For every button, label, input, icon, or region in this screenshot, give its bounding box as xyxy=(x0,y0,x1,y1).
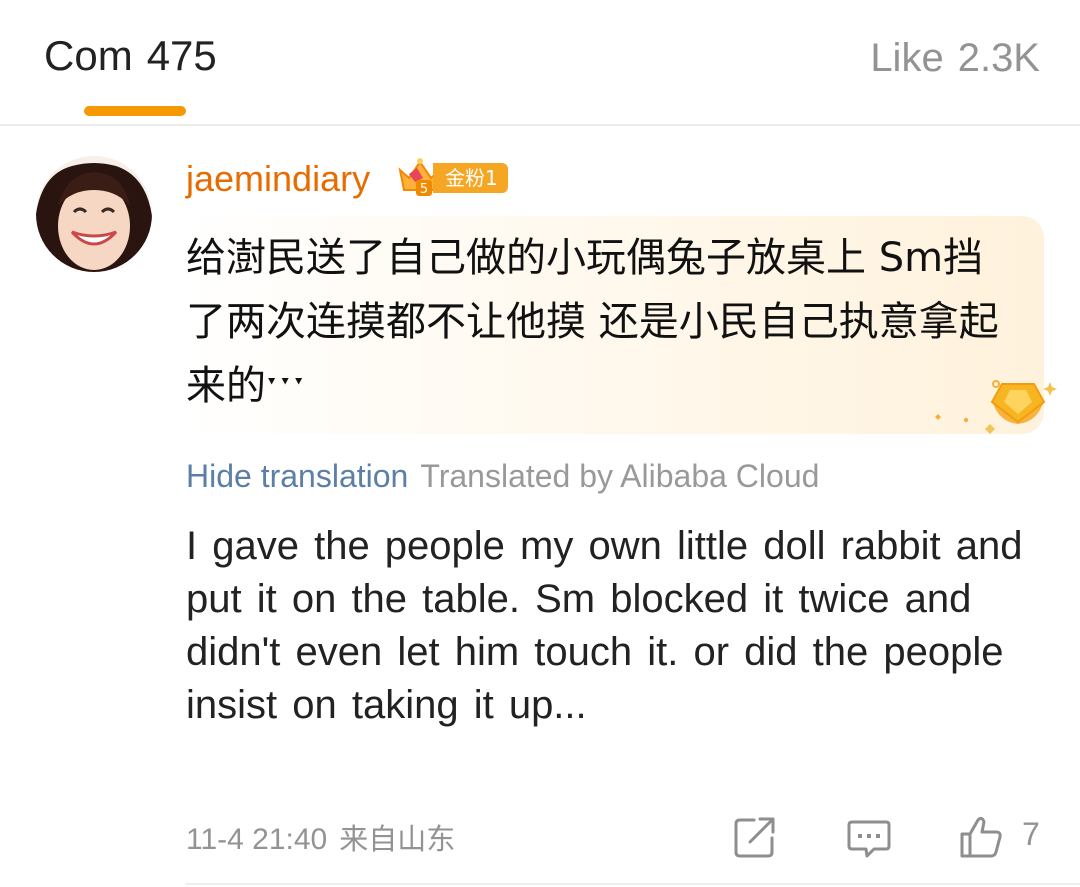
tab-comments-count: 475 xyxy=(146,32,217,79)
comment-timestamp: 11-4 21:40 xyxy=(186,823,328,856)
bubble-crown-decoration-icon xyxy=(928,374,1068,444)
translation-source: Translated by Alibaba Cloud xyxy=(420,458,820,494)
comment-translated-text: I gave the people my own little doll rab… xyxy=(186,524,1023,727)
badge-level: 5 xyxy=(420,182,428,197)
avatar[interactable] xyxy=(36,156,152,272)
comment-location: 来自山东 xyxy=(339,822,456,856)
tab-comments[interactable]: Com 475 xyxy=(44,32,217,80)
tab-likes-count: 2.3K xyxy=(957,36,1040,80)
translation-row: Hide translation Translated by Alibaba Cl… xyxy=(186,458,819,495)
active-tab-indicator xyxy=(84,106,186,116)
comment-tabs: Com 475 Like 2.3K xyxy=(0,0,1080,126)
fan-badge[interactable]: 金粉1 xyxy=(433,163,508,193)
like-count: 7 xyxy=(1022,816,1040,852)
thumbs-up-icon[interactable] xyxy=(958,814,1004,860)
tab-likes[interactable]: Like 2.3K xyxy=(870,36,1040,81)
comment-icon[interactable] xyxy=(846,814,892,860)
divider xyxy=(186,883,1080,885)
comment-meta: 11-4 21:40 来自山东 xyxy=(186,816,455,858)
comment-original-text: 给澍民送了自己做的小玩偶兔子放桌上 Sm挡了两次连摸都不让他摸 还是小民自己执意… xyxy=(186,235,999,409)
tab-likes-label: Like xyxy=(870,36,944,80)
tab-comments-label: Com xyxy=(44,32,133,79)
username-link[interactable]: jaemindiary xyxy=(186,158,370,200)
edit-share-icon[interactable] xyxy=(732,814,778,860)
hide-translation-link[interactable]: Hide translation xyxy=(186,458,408,494)
